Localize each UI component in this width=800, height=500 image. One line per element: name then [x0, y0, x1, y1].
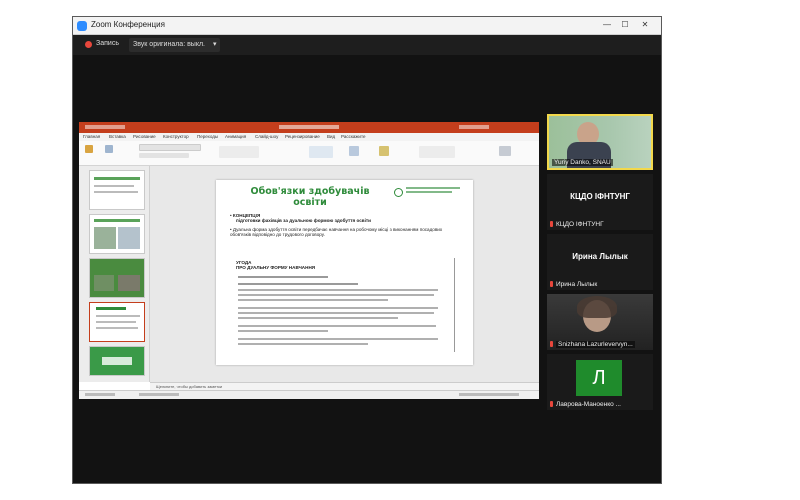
chevron-down-icon[interactable]: ▾ — [213, 41, 217, 48]
notes-placeholder[interactable]: Щелкните, чтобы добавить заметки — [156, 384, 222, 389]
tab-home[interactable]: Главная — [83, 134, 100, 139]
participant-display-name: КЦДО ІФНТУНГ — [570, 192, 630, 201]
original-sound-button[interactable]: Звук оригинала: выкл. ▾ — [129, 38, 221, 52]
university-logo-icon — [394, 188, 403, 197]
slide-thumbnail[interactable]: 5 — [89, 258, 145, 298]
tab-insert[interactable]: Вставка — [109, 134, 126, 139]
zoom-window: Zoom Конференция — ☐ ✕ Запись Звук ориги… — [72, 16, 662, 484]
participant-hair — [577, 296, 617, 318]
tab-animations[interactable]: Анимация — [225, 134, 246, 139]
slide-divider — [454, 258, 455, 352]
maximize-button[interactable]: ☐ — [619, 19, 631, 31]
university-logo-text — [406, 187, 466, 193]
participant-name: Ирина Лылык — [556, 281, 598, 288]
arrange-icon[interactable] — [349, 146, 359, 156]
tab-slideshow[interactable]: Слайд-шоу — [255, 134, 278, 139]
original-sound-label: Звук оригинала: выкл. — [133, 41, 206, 48]
slide-title: Обов'язки здобувачів освіти — [230, 186, 390, 208]
paste-icon[interactable] — [85, 145, 93, 153]
current-slide[interactable]: Обов'язки здобувачів освіти • КОНЦЕПЦІЯ … — [216, 180, 473, 365]
tab-design[interactable]: Конструктор — [163, 134, 189, 139]
participant-name: Yuriy Danko, SNAU — [552, 159, 613, 166]
participant-name: КЦДО ІФНТУНГ — [556, 221, 604, 228]
shared-screen: Главная Вставка Рисование Конструктор Пе… — [79, 122, 539, 399]
title-bar: Zoom Конференция — ☐ ✕ — [73, 17, 661, 35]
close-button[interactable]: ✕ — [639, 19, 651, 31]
record-label[interactable]: Запись — [96, 40, 119, 47]
slide-thumbnail-selected[interactable]: 6 — [89, 302, 145, 342]
participant-avatar: Л — [576, 360, 622, 396]
participant-tile[interactable]: Ирина Лылык Ирина Лылык — [547, 234, 653, 290]
designer-icon[interactable] — [499, 146, 511, 156]
slide-title-line1: Обов'язки здобувачів — [250, 186, 370, 197]
quick-styles-icon[interactable] — [379, 146, 389, 156]
participant-tile[interactable]: Л Лаврова-Маноенко ... — [547, 354, 653, 410]
slide-editor: Обов'язки здобувачів освіти • КОНЦЕПЦІЯ … — [150, 166, 539, 382]
paragraph-group[interactable] — [219, 146, 259, 158]
participant-tile[interactable]: КЦДО ІФНТУНГ КЦДО ІФНТУНГ — [547, 174, 653, 230]
participant-tile[interactable]: Snizhana Lazurlevervyn... — [547, 294, 653, 350]
mic-muted-icon — [550, 401, 553, 407]
tab-view[interactable]: Вид — [327, 134, 335, 139]
slide-thumbnail[interactable]: 7 — [89, 346, 145, 376]
tab-tell-me[interactable]: Расскажите — [341, 134, 365, 139]
editing-group[interactable] — [419, 146, 455, 158]
tab-transitions[interactable]: Переходы — [197, 134, 218, 139]
font-format-group[interactable] — [139, 153, 189, 158]
slide-thumbnails: 3 4 5 6 — [79, 166, 150, 382]
participant-name: Лаврова-Маноенко ... — [556, 401, 621, 408]
new-slide-icon[interactable] — [105, 145, 113, 153]
zoom-logo-icon — [77, 21, 87, 31]
mic-muted-icon — [550, 221, 553, 227]
mic-muted-icon — [550, 341, 553, 347]
slide-thumbnail[interactable]: 4 — [89, 214, 145, 254]
slide-thumbnail[interactable]: 3 — [89, 170, 145, 210]
participant-name: Snizhana Lazurlevervyn... — [556, 341, 635, 348]
agreement-subheading: ПРО ДУАЛЬНУ ФОРМУ НАВЧАННЯ — [236, 265, 316, 271]
meeting-toolbar: Запись Звук оригинала: выкл. ▾ — [73, 35, 661, 55]
shapes-icon[interactable] — [309, 146, 333, 158]
slide-bullet-dual-form: • Дуальна форма здобуття освіти передбач… — [230, 227, 443, 238]
powerpoint-status-bar — [79, 390, 539, 399]
concept-text: підготовки фахівців за дуальною формою з… — [236, 218, 371, 224]
font-family-select[interactable] — [139, 144, 201, 151]
mic-muted-icon — [550, 281, 553, 287]
powerpoint-title-bar — [79, 122, 539, 133]
ribbon — [79, 141, 539, 166]
record-icon[interactable] — [85, 41, 92, 48]
agreement-heading: УГОДА — [236, 260, 252, 265]
tab-review[interactable]: Рецензирование — [285, 134, 320, 139]
minimize-button[interactable]: — — [601, 19, 613, 31]
dual-form-text: Дуальна форма здобуття освіти передбачає… — [230, 227, 443, 238]
participant-tile-active-speaker[interactable]: Yuriy Danko, SNAU — [547, 114, 653, 170]
window-title: Zoom Конференция — [91, 20, 165, 29]
tab-draw[interactable]: Рисование — [133, 134, 156, 139]
slide-bullet-concept: • КОНЦЕПЦІЯ підготовки фахівців за дуаль… — [230, 213, 371, 224]
participant-display-name: Ирина Лылык — [572, 252, 628, 261]
slide-title-line2: освіти — [293, 197, 327, 208]
agreement-block: УГОДА ПРО ДУАЛЬНУ ФОРМУ НАВЧАННЯ — [236, 260, 446, 271]
